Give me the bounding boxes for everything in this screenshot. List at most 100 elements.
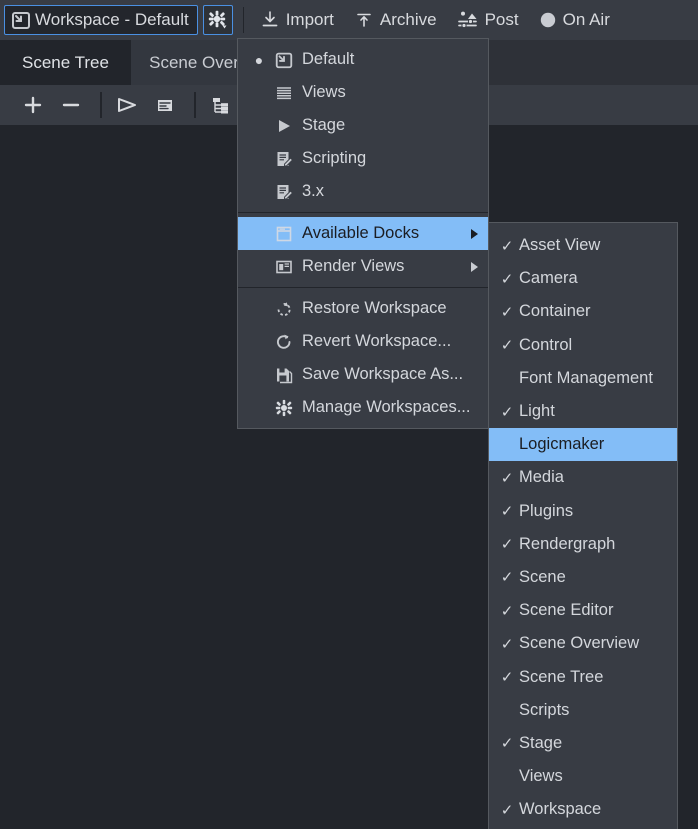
menu-separator [238,287,488,288]
save-icon [270,365,298,385]
toolbar-item-archive[interactable]: Archive [348,4,443,36]
checkmark-icon: ✓ [500,503,514,521]
panel-toolbar-divider [100,92,102,118]
menu-item-label: Views [302,83,346,101]
workspace-selector-button[interactable]: Workspace - Default [4,5,198,35]
workspace-menu-gear-button[interactable] [202,5,233,35]
toolbar-divider [242,7,244,33]
menu-item-revert-workspace[interactable]: Revert Workspace... [238,325,488,358]
submenu-item-label: Workspace [519,800,602,819]
submenu-item-label: Scripts [519,700,570,719]
menu-item-default[interactable]: ● Default [238,43,488,76]
gear-dropdown-icon [207,9,229,31]
workspace-icon [270,50,298,70]
submenu-item-media[interactable]: ✓ Media [489,461,677,494]
checkmark-icon: ✓ [500,735,514,753]
menu-item-save-workspace-as[interactable]: Save Workspace As... [238,358,488,391]
submenu-item-plugins[interactable]: ✓ Plugins [489,495,677,528]
script-edit-icon [270,182,298,202]
menu-item-available-docks[interactable]: Available Docks [238,217,488,250]
menu-item-3x[interactable]: 3.x [238,175,488,208]
submenu-item-label: Stage [519,733,563,752]
menu-item-label: Render Views [302,257,405,275]
submenu-item-asset-view[interactable]: ✓ Asset View [489,229,677,262]
submenu-item-label: Asset View [519,236,601,255]
workspace-dropdown-menu: ● Default Views Stage Scripting 3.x Avai… [237,38,489,429]
checkmark-icon: ✓ [500,602,514,620]
toolbar-item-on-air[interactable]: On Air [533,4,616,36]
menu-item-restore-workspace[interactable]: Restore Workspace [238,292,488,325]
checkmark-icon: ✓ [500,801,514,819]
submenu-item-scene-overview[interactable]: ✓ Scene Overview [489,627,677,660]
menu-item-label: Manage Workspaces... [302,398,471,416]
submenu-item-font-management[interactable]: Font Management [489,362,677,395]
submenu-item-stage[interactable]: ✓ Stage [489,727,677,760]
on-air-circle-icon [539,11,557,29]
application-window: Workspace - Default Import Archive Post … [0,0,698,829]
submenu-item-views[interactable]: Views [489,760,677,793]
submenu-item-logicmaker[interactable]: Logicmaker [489,428,677,462]
submenu-item-camera[interactable]: ✓ Camera [489,262,677,295]
submenu-item-label: Light [519,402,555,421]
checkmark-icon: ✓ [500,635,514,653]
post-sliders-icon [457,10,479,30]
submenu-item-label: Media [519,468,564,487]
menu-item-scripting[interactable]: Scripting [238,142,488,175]
submenu-item-container[interactable]: ✓ Container [489,295,677,328]
submenu-item-label: Container [519,302,591,321]
toolbar-item-label: Post [484,10,519,29]
submenu-item-label: Scene Overview [519,634,640,653]
toolbar-item-label: Import [285,10,334,29]
toolbar-item-import[interactable]: Import [254,4,340,36]
checkmark-icon: ✓ [500,270,514,288]
menu-item-label: Save Workspace As... [302,365,464,383]
submenu-item-label: Rendergraph [519,534,616,553]
submenu-item-label: Scene Tree [519,667,604,686]
submenu-arrow-icon [471,261,478,272]
submenu-item-label: Scene Editor [519,601,614,620]
checkmark-icon: ✓ [500,303,514,321]
menu-item-stage[interactable]: Stage [238,109,488,142]
remove-icon[interactable] [54,88,88,122]
workspace-selector-label: Workspace - Default [35,10,189,29]
archive-icon [354,10,374,30]
menu-item-render-views[interactable]: Render Views [238,250,488,283]
revert-icon [270,332,298,352]
checkmark-icon: ✓ [500,237,514,255]
menu-separator [238,212,488,213]
submenu-item-label: Font Management [519,368,653,387]
submenu-item-control[interactable]: ✓ Control [489,329,677,362]
tree-icon[interactable] [204,88,238,122]
menu-item-label: 3.x [302,182,325,200]
checkmark-icon: ✓ [500,403,514,421]
toolbar-item-post[interactable]: Post [451,4,525,36]
submenu-item-scripts[interactable]: Scripts [489,694,677,727]
play-icon[interactable] [110,88,144,122]
submenu-item-label: Views [519,767,563,786]
submenu-item-scene[interactable]: ✓ Scene [489,561,677,594]
add-icon[interactable] [16,88,50,122]
available-docks-submenu: ✓ Asset View ✓ Camera ✓ Container ✓ Cont… [488,222,678,829]
list-icon[interactable] [148,88,182,122]
dock-window-icon [270,224,298,244]
import-icon [260,10,280,30]
submenu-item-scene-tree[interactable]: ✓ Scene Tree [489,660,677,693]
submenu-item-label: Logicmaker [519,435,605,454]
checkmark-icon: ✓ [500,669,514,687]
submenu-item-light[interactable]: ✓ Light [489,395,677,428]
submenu-item-rendergraph[interactable]: ✓ Rendergraph [489,528,677,561]
main-toolbar: Workspace - Default Import Archive Post … [0,0,698,40]
menu-item-label: Restore Workspace [302,299,447,317]
tab-label: Scene Tree [22,52,109,72]
menu-item-label: Revert Workspace... [302,332,452,350]
menu-item-label: Scripting [302,149,367,167]
tab-scene-tree[interactable]: Scene Tree [0,40,131,85]
submenu-item-workspace[interactable]: ✓ Workspace [489,793,677,826]
menu-item-views[interactable]: Views [238,76,488,109]
menu-item-manage-workspaces[interactable]: Manage Workspaces... [238,391,488,424]
script-edit-icon [270,149,298,169]
submenu-item-label: Camera [519,269,578,288]
submenu-item-scene-editor[interactable]: ✓ Scene Editor [489,594,677,627]
checkmark-icon: ✓ [500,536,514,554]
toolbar-item-label: Archive [379,10,437,29]
